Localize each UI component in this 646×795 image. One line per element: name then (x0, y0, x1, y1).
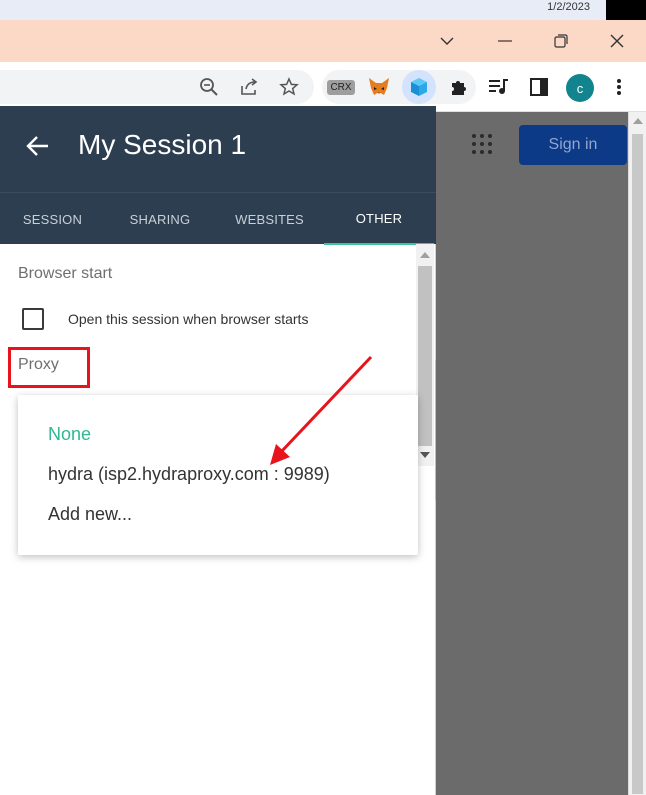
tab-sharing[interactable]: SHARING (105, 193, 215, 245)
profile-avatar[interactable]: c (566, 74, 594, 102)
tab-bar: SESSION SHARING WEBSITES OTHER (0, 192, 436, 245)
open-on-start-checkbox[interactable] (22, 308, 44, 330)
crx-icon: CRX (327, 79, 355, 95)
bookmark-button[interactable] (272, 70, 306, 104)
proxy-option-hydra[interactable]: hydra (isp2.hydraproxy.com : 9989) (48, 464, 330, 485)
screenshot-root: 1/2/2023 CRX c Sign in My Session 1 SESS… (0, 0, 646, 795)
side-panel-icon (530, 78, 548, 96)
browser-start-heading: Browser start (18, 265, 113, 282)
share-icon (241, 78, 258, 95)
tab-websites[interactable]: WEBSITES (215, 193, 324, 245)
restore-button[interactable] (532, 20, 590, 62)
metamask-extension-button[interactable] (362, 70, 396, 104)
media-control-button[interactable] (482, 70, 516, 104)
session-box-extension-button[interactable] (402, 70, 436, 104)
panel-scrollbar[interactable] (416, 244, 434, 466)
proxy-dropdown-menu: None hydra (isp2.hydraproxy.com : 9989) … (18, 395, 418, 555)
more-vertical-icon (617, 79, 621, 95)
page-scrollbar[interactable] (628, 112, 646, 795)
crx-extension-button[interactable]: CRX (324, 70, 358, 104)
scroll-up-arrow-icon[interactable] (420, 252, 430, 258)
apps-grid-icon[interactable] (472, 134, 492, 154)
fox-icon (369, 78, 389, 95)
proxy-option-none[interactable]: None (48, 424, 91, 445)
session-title: My Session 1 (78, 129, 247, 160)
arrow-left-icon (26, 136, 48, 156)
proxy-option-add-new[interactable]: Add new... (48, 504, 132, 525)
browser-toolbar: CRX c (0, 62, 646, 112)
panel-divider (435, 360, 436, 500)
tab-other[interactable]: OTHER (324, 193, 434, 245)
restore-icon (554, 34, 568, 48)
panel-scroll-thumb[interactable] (418, 266, 432, 446)
proxy-heading: Proxy (18, 356, 59, 373)
minimize-window-button[interactable] (476, 20, 534, 62)
scroll-down-arrow-icon[interactable] (420, 452, 430, 458)
playlist-icon (489, 79, 508, 94)
taskbar-strip: 1/2/2023 (0, 0, 606, 20)
browser-menu-button[interactable] (602, 70, 636, 104)
extensions-menu-button[interactable] (442, 70, 476, 104)
scroll-up-arrow-icon[interactable] (633, 118, 643, 124)
close-window-button[interactable] (588, 20, 646, 62)
back-button[interactable] (20, 128, 56, 164)
screen-edge (606, 0, 646, 20)
minimize-button[interactable] (418, 20, 476, 62)
share-button[interactable] (232, 70, 266, 104)
background-page-overlay: s Sign in (426, 112, 628, 795)
scroll-thumb[interactable] (632, 134, 643, 794)
browser-title-bar (0, 20, 646, 62)
star-icon (279, 77, 299, 96)
address-bar[interactable] (0, 70, 314, 104)
cube-icon (411, 78, 427, 96)
puzzle-icon (452, 81, 466, 95)
side-panel-button[interactable] (522, 70, 556, 104)
zoom-out-icon (200, 78, 218, 96)
close-icon (610, 34, 624, 48)
chevron-down-icon (440, 37, 454, 45)
panel-header: My Session 1 SESSION SHARING WEBSITES OT… (0, 106, 436, 245)
sign-in-button[interactable]: Sign in (519, 125, 627, 165)
minimize-icon (498, 40, 512, 42)
taskbar-date: 1/2/2023 (547, 1, 590, 13)
open-on-start-label[interactable]: Open this session when browser starts (68, 311, 308, 327)
tab-session[interactable]: SESSION (0, 193, 105, 245)
zoom-button[interactable] (192, 70, 226, 104)
